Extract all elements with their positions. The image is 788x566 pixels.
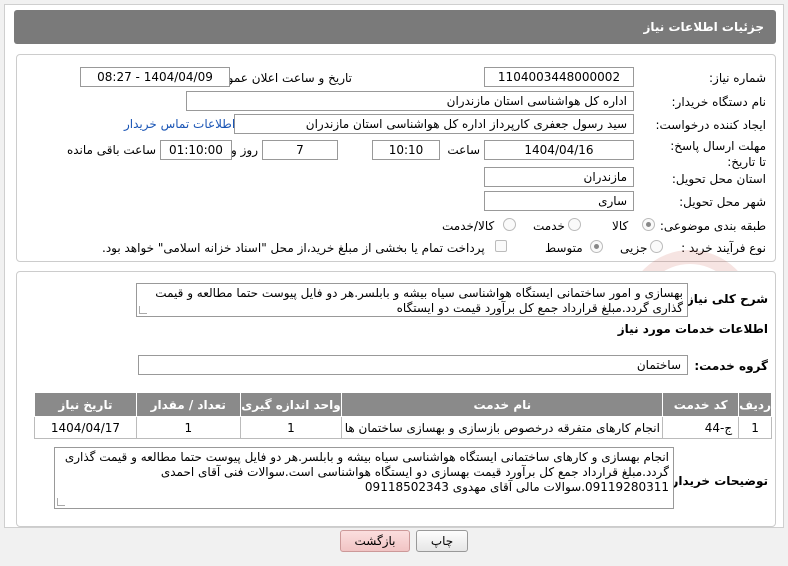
category-option-goods: کالا bbox=[612, 219, 629, 233]
need-number-field: 1104003448000002 bbox=[484, 67, 634, 87]
announce-datetime-field: 1404/04/09 - 08:27 bbox=[80, 67, 230, 87]
remaining-label: ساعت باقی مانده bbox=[66, 143, 156, 157]
cell-date: 1404/04/17 bbox=[34, 416, 137, 439]
col-unit: واحد اندازه گیری bbox=[239, 392, 343, 417]
purchase-radio-medium[interactable] bbox=[590, 240, 603, 253]
category-radio-goods[interactable] bbox=[642, 218, 655, 231]
deadline-time-label: ساعت bbox=[447, 143, 480, 157]
cell-code: ج-44 bbox=[662, 416, 740, 439]
days-label: روز و bbox=[231, 143, 258, 157]
province-label: استان محل تحویل: bbox=[671, 172, 766, 186]
purchase-radio-minor[interactable] bbox=[650, 240, 663, 253]
col-qty: تعداد / مقدار bbox=[135, 392, 241, 417]
cell-row: 1 bbox=[738, 416, 772, 439]
service-group-field: ساختمان bbox=[138, 355, 688, 375]
deadline-label: مهلت ارسال پاسخ: تا تاریخ: bbox=[670, 139, 766, 169]
treasury-payment-note: پرداخت تمام یا بخشی از مبلغ خرید،از محل … bbox=[102, 241, 485, 255]
buyer-notes-label: توضیحات خریدار: bbox=[666, 474, 768, 488]
province-field: مازندران bbox=[484, 167, 634, 187]
deadline-time-field: 10:10 bbox=[372, 140, 440, 160]
treasury-payment-checkbox[interactable] bbox=[495, 240, 507, 252]
print-button[interactable]: چاپ bbox=[416, 530, 468, 552]
buyer-org-label: نام دستگاه خریدار: bbox=[671, 95, 767, 109]
days-field: 7 bbox=[262, 140, 338, 160]
buyer-notes-textarea[interactable]: انجام بهسازی و کارهای ساختمانی ایستگاه ه… bbox=[54, 447, 674, 509]
city-label: شهر محل تحویل: bbox=[679, 195, 766, 209]
services-title: اطلاعات خدمات مورد نیاز bbox=[617, 322, 768, 336]
creator-label: ایجاد کننده درخواست: bbox=[655, 118, 766, 132]
purchase-option-medium: متوسط bbox=[545, 241, 583, 255]
services-table-header: ردیف کد خدمت نام خدمت واحد اندازه گیری ت… bbox=[34, 392, 772, 417]
purchase-option-minor: جزیی bbox=[620, 241, 648, 255]
service-group-label: گروه خدمت: bbox=[694, 359, 768, 373]
summary-label: شرح کلی نیاز: bbox=[682, 292, 768, 306]
purchase-type-label: نوع فرآیند خرید : bbox=[681, 241, 766, 255]
cell-name: انجام کارهای متفرقه درخصوص بازسازی و بهس… bbox=[341, 416, 664, 439]
summary-textarea[interactable]: بهسازی و امور ساختمانی ایستگاه هواشناسی … bbox=[136, 283, 688, 317]
col-code: کد خدمت bbox=[662, 392, 740, 417]
category-radio-goods-service[interactable] bbox=[503, 218, 516, 231]
table-row: 1 ج-44 انجام کارهای متفرقه درخصوص بازساز… bbox=[34, 416, 772, 439]
category-option-goods-service: کالا/خدمت bbox=[442, 219, 495, 233]
page-title: جزئیات اطلاعات نیاز bbox=[14, 10, 776, 44]
back-button[interactable]: بازگشت bbox=[340, 530, 410, 552]
col-row: ردیف bbox=[738, 392, 772, 417]
category-label: طبقه بندی موضوعی: bbox=[659, 219, 766, 233]
col-name: نام خدمت bbox=[341, 392, 664, 417]
need-number-label: شماره نیاز: bbox=[709, 71, 766, 85]
col-date: تاریخ نیاز bbox=[34, 392, 137, 417]
services-table: ردیف کد خدمت نام خدمت واحد اندازه گیری ت… bbox=[34, 392, 772, 439]
creator-field: سید رسول جعفری کارپرداز اداره کل هواشناس… bbox=[234, 114, 634, 134]
remaining-time-field: 01:10:00 bbox=[160, 140, 232, 160]
cell-qty: 1 bbox=[135, 416, 241, 439]
deadline-date-field: 1404/04/16 bbox=[484, 140, 634, 160]
category-radio-service[interactable] bbox=[568, 218, 581, 231]
city-field: ساری bbox=[484, 191, 634, 211]
buyer-org-field: اداره کل هواشناسی استان مازندران bbox=[186, 91, 634, 111]
buyer-contact-link[interactable]: اطلاعات تماس خریدار bbox=[124, 117, 235, 131]
cell-unit: 1 bbox=[239, 416, 343, 439]
category-option-service: خدمت bbox=[533, 219, 565, 233]
